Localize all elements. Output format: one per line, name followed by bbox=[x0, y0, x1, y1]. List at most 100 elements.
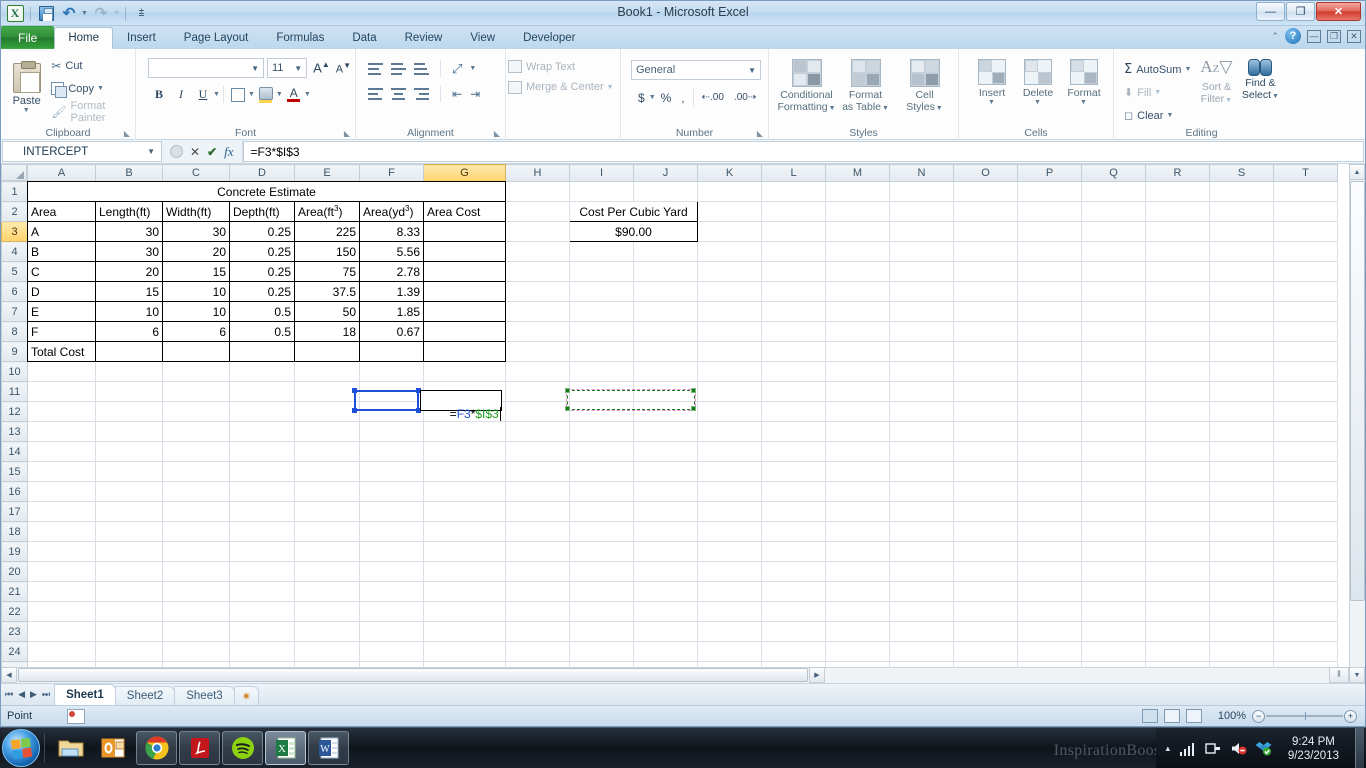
cell-B22[interactable] bbox=[95, 601, 163, 622]
cell-N3[interactable] bbox=[889, 221, 954, 242]
cell-Q15[interactable] bbox=[1081, 461, 1146, 482]
conditional-formatting-button[interactable]: Conditional Formatting ▼ bbox=[777, 57, 836, 115]
sheet-tab-sheet2[interactable]: Sheet2 bbox=[114, 686, 176, 705]
page-break-view-button[interactable] bbox=[1186, 709, 1202, 723]
merge-center-button[interactable]: Merge & Center ▼ bbox=[508, 72, 616, 94]
row-header-20[interactable]: 20 bbox=[1, 561, 28, 582]
scroll-right-button[interactable]: ▶ bbox=[809, 667, 825, 683]
cell-Q12[interactable] bbox=[1081, 401, 1146, 422]
cell-P1[interactable] bbox=[1017, 181, 1082, 202]
cell-J18[interactable] bbox=[633, 521, 698, 542]
cell-G5[interactable] bbox=[423, 261, 506, 282]
cell-I14[interactable] bbox=[569, 441, 634, 462]
cell-A2[interactable]: Area bbox=[27, 201, 96, 222]
cell-T8[interactable] bbox=[1273, 321, 1338, 342]
insert-function-button[interactable]: fx bbox=[224, 144, 233, 160]
cell-Q7[interactable] bbox=[1081, 301, 1146, 322]
cell-T22[interactable] bbox=[1273, 601, 1338, 622]
row-header-19[interactable]: 19 bbox=[1, 541, 28, 562]
cell-G23[interactable] bbox=[423, 621, 506, 642]
insert-cells-dropdown-icon[interactable]: ▼ bbox=[988, 99, 995, 106]
cell-T5[interactable] bbox=[1273, 261, 1338, 282]
cell-O9[interactable] bbox=[953, 341, 1018, 362]
cell-I5[interactable] bbox=[569, 261, 634, 282]
cell-K24[interactable] bbox=[697, 641, 762, 662]
cell-L11[interactable] bbox=[761, 381, 826, 402]
comma-style-button[interactable]: , bbox=[676, 91, 689, 105]
cell-R11[interactable] bbox=[1145, 381, 1210, 402]
cell-P21[interactable] bbox=[1017, 581, 1082, 602]
cell-P10[interactable] bbox=[1017, 361, 1082, 382]
column-header-s[interactable]: S bbox=[1209, 164, 1274, 182]
cell-T21[interactable] bbox=[1273, 581, 1338, 602]
cell-B2[interactable]: Length(ft) bbox=[95, 201, 163, 222]
column-header-n[interactable]: N bbox=[889, 164, 954, 182]
row-header-12[interactable]: 12 bbox=[1, 401, 28, 422]
cell-Q19[interactable] bbox=[1081, 541, 1146, 562]
increase-decimal-button[interactable]: ⇠.00 bbox=[697, 92, 729, 103]
cell-B3[interactable]: 30 bbox=[95, 221, 163, 242]
cell-H21[interactable] bbox=[505, 581, 570, 602]
cell-N16[interactable] bbox=[889, 481, 954, 502]
cell-P4[interactable] bbox=[1017, 241, 1082, 262]
cell-O18[interactable] bbox=[953, 521, 1018, 542]
cell-E4[interactable]: 150 bbox=[294, 241, 360, 262]
cell-F13[interactable] bbox=[359, 421, 424, 442]
cell-F2[interactable]: Area(yd3) bbox=[359, 201, 424, 222]
cell-O15[interactable] bbox=[953, 461, 1018, 482]
cell-P14[interactable] bbox=[1017, 441, 1082, 462]
select-all-button[interactable] bbox=[1, 164, 27, 181]
confirm-edit-button[interactable]: ✔ bbox=[207, 145, 217, 159]
cell-H20[interactable] bbox=[505, 561, 570, 582]
cell-R1[interactable] bbox=[1145, 181, 1210, 202]
cell-P5[interactable] bbox=[1017, 261, 1082, 282]
insert-worksheet-button[interactable]: ✷ bbox=[233, 686, 259, 705]
cell-M21[interactable] bbox=[825, 581, 890, 602]
cell-F24[interactable] bbox=[359, 641, 424, 662]
cell-T6[interactable] bbox=[1273, 281, 1338, 302]
cell-D7[interactable]: 0.5 bbox=[229, 301, 295, 322]
cell-P3[interactable] bbox=[1017, 221, 1082, 242]
wrap-text-button[interactable]: Wrap Text bbox=[508, 52, 616, 73]
cell-E10[interactable] bbox=[294, 361, 360, 382]
cell-J11[interactable] bbox=[633, 381, 698, 402]
cell-C7[interactable]: 10 bbox=[162, 301, 230, 322]
cell-H19[interactable] bbox=[505, 541, 570, 562]
collapse-ribbon-icon[interactable]: ⌃ bbox=[1271, 31, 1279, 42]
cell-D10[interactable] bbox=[229, 361, 295, 382]
cell-M17[interactable] bbox=[825, 501, 890, 522]
row-header-15[interactable]: 15 bbox=[1, 461, 28, 482]
cell-A3[interactable]: A bbox=[27, 221, 96, 242]
help-icon[interactable]: ? bbox=[1285, 28, 1301, 44]
cell-L1[interactable] bbox=[761, 181, 826, 202]
cell-D24[interactable] bbox=[229, 641, 295, 662]
cell-M6[interactable] bbox=[825, 281, 890, 302]
cell-S16[interactable] bbox=[1209, 481, 1274, 502]
cell-K5[interactable] bbox=[697, 261, 762, 282]
cell-C17[interactable] bbox=[162, 501, 230, 522]
cell-L3[interactable] bbox=[761, 221, 826, 242]
cell-E2[interactable]: Area(ft3) bbox=[294, 201, 360, 222]
cell-S4[interactable] bbox=[1209, 241, 1274, 262]
format-as-table-dropdown-icon[interactable]: ▼ bbox=[880, 105, 889, 112]
power-plug-icon[interactable] bbox=[1205, 741, 1222, 756]
cell-T15[interactable] bbox=[1273, 461, 1338, 482]
cell-Q3[interactable] bbox=[1081, 221, 1146, 242]
cell-H8[interactable] bbox=[505, 321, 570, 342]
cell-R10[interactable] bbox=[1145, 361, 1210, 382]
tab-view[interactable]: View bbox=[456, 27, 509, 49]
cell-N24[interactable] bbox=[889, 641, 954, 662]
cell-A8[interactable]: F bbox=[27, 321, 96, 342]
cell-N10[interactable] bbox=[889, 361, 954, 382]
cell-S17[interactable] bbox=[1209, 501, 1274, 522]
paste-dropdown-icon[interactable]: ▼ bbox=[23, 107, 30, 114]
cell-F21[interactable] bbox=[359, 581, 424, 602]
cell-T23[interactable] bbox=[1273, 621, 1338, 642]
cell-D22[interactable] bbox=[229, 601, 295, 622]
copy-dropdown-icon[interactable]: ▼ bbox=[97, 85, 104, 92]
cell-G9[interactable] bbox=[423, 341, 506, 362]
cell-H23[interactable] bbox=[505, 621, 570, 642]
cell-N17[interactable] bbox=[889, 501, 954, 522]
paste-button[interactable]: Paste ▼ bbox=[5, 60, 48, 114]
cell-P23[interactable] bbox=[1017, 621, 1082, 642]
